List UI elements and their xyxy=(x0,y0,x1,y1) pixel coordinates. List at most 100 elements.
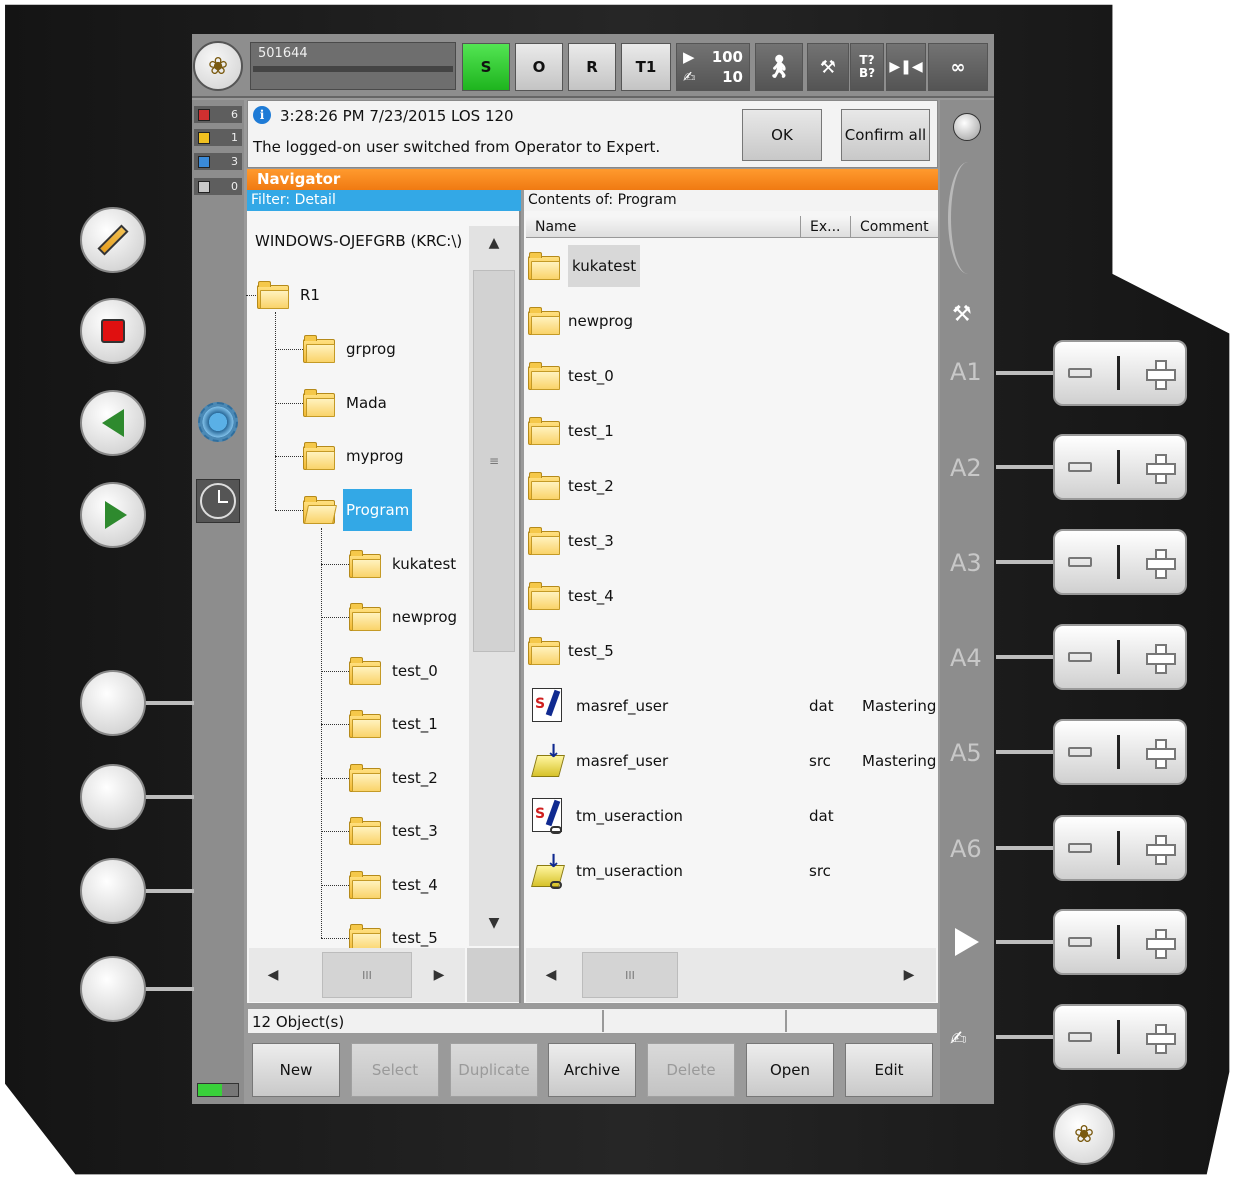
softkey-4[interactable] xyxy=(80,956,146,1022)
tree-item-test-0[interactable]: test_0 xyxy=(349,653,441,689)
list-item[interactable]: test_0 xyxy=(528,352,936,400)
softkey-1[interactable] xyxy=(80,670,146,736)
tree-root-label[interactable]: WINDOWS-OJEFGRB (KRC:\) xyxy=(255,232,462,250)
plus-icon[interactable] xyxy=(1146,739,1177,769)
select-button[interactable]: Select xyxy=(351,1043,439,1097)
plus-icon[interactable] xyxy=(1146,929,1177,959)
confirm-all-button[interactable]: Confirm all xyxy=(841,109,930,161)
column-name[interactable]: Name xyxy=(526,216,801,237)
plus-icon[interactable] xyxy=(1146,644,1177,674)
tool-icon[interactable]: ⚒ xyxy=(807,43,849,91)
delete-button[interactable]: Delete xyxy=(647,1043,735,1097)
tree-item-test-2[interactable]: test_2 xyxy=(349,760,441,796)
minus-icon[interactable] xyxy=(1067,462,1092,472)
operating-mode[interactable]: T1 xyxy=(621,43,671,91)
walking-man-icon[interactable]: 🚶︎ xyxy=(755,43,803,91)
open-button[interactable]: Open xyxy=(746,1043,834,1097)
jog-tool-icon[interactable]: ⚒ xyxy=(952,302,980,330)
edit-pen-key[interactable] xyxy=(80,207,146,273)
list-item[interactable]: test_2 xyxy=(528,462,936,510)
list-scroll-left-icon[interactable]: ◀ xyxy=(540,962,562,988)
tree-item-test-4[interactable]: test_4 xyxy=(349,867,441,903)
list-item[interactable]: test_5 xyxy=(528,627,936,675)
ok-button[interactable]: OK xyxy=(742,109,822,161)
list-item[interactable]: ↓ tm_useraction src xyxy=(528,847,936,895)
robot-main-menu-icon[interactable]: ❀ xyxy=(193,41,243,91)
plus-icon[interactable] xyxy=(1146,835,1177,865)
column-ext[interactable]: Ex... xyxy=(801,216,851,237)
duplicate-button[interactable]: Duplicate xyxy=(450,1043,538,1097)
jog-key-3[interactable] xyxy=(1053,529,1187,595)
edit-button[interactable]: Edit xyxy=(845,1043,933,1097)
plus-icon[interactable] xyxy=(1146,360,1177,390)
drives-status[interactable]: O xyxy=(515,43,563,91)
scroll-right-icon[interactable]: ▶ xyxy=(428,962,450,988)
stop-key[interactable] xyxy=(80,298,146,364)
minus-icon[interactable] xyxy=(1067,368,1092,378)
tree-item-test-1[interactable]: test_1 xyxy=(349,706,441,742)
scroll-left-icon[interactable]: ◀ xyxy=(262,962,284,988)
override-tile[interactable]: ▶ 100 ✍ 10 xyxy=(676,43,750,91)
list-item[interactable]: test_3 xyxy=(528,517,936,565)
tree-item-newprog[interactable]: newprog xyxy=(349,599,460,635)
scroll-up-icon[interactable]: ▲ xyxy=(480,230,508,256)
jog-key-1[interactable] xyxy=(1053,340,1187,406)
list-item[interactable]: Stm_useraction dat xyxy=(528,792,936,840)
new-button[interactable]: New xyxy=(252,1043,340,1097)
tree-scroll-thumb[interactable]: ≡ xyxy=(473,270,515,652)
minus-icon[interactable] xyxy=(1067,652,1092,662)
start-forward-key[interactable] xyxy=(80,482,146,548)
tree-item-kukatest[interactable]: kukatest xyxy=(349,546,459,582)
list-item[interactable]: Smasref_user dat Mastering xyxy=(528,682,936,730)
error-counter[interactable]: 6 xyxy=(194,106,242,123)
info-counter[interactable]: 3 xyxy=(194,153,242,170)
plus-icon[interactable] xyxy=(1146,1024,1177,1054)
archive-button[interactable]: Archive xyxy=(548,1043,636,1097)
tool-base-status[interactable]: T? B? xyxy=(850,43,884,91)
tree-item-r1[interactable]: R1 xyxy=(257,277,323,313)
jog-key-2[interactable] xyxy=(1053,434,1187,500)
plus-icon[interactable] xyxy=(1146,454,1177,484)
jog-key-4[interactable] xyxy=(1053,624,1187,690)
submit-interpreter-status[interactable]: S xyxy=(462,43,510,91)
minus-icon[interactable] xyxy=(1067,747,1092,757)
list-scroll-right-icon[interactable]: ▶ xyxy=(898,962,920,988)
column-comment[interactable]: Comment xyxy=(851,216,938,237)
tree-item-myprog[interactable]: myprog xyxy=(303,438,407,474)
softkey-connector xyxy=(144,987,194,991)
clock-icon[interactable] xyxy=(196,479,240,523)
list-item[interactable]: kukatest xyxy=(528,242,936,290)
incremental-jog[interactable]: ∞ xyxy=(928,43,988,91)
warning-counter[interactable]: 1 xyxy=(194,129,242,146)
jog-key-5[interactable] xyxy=(1053,719,1187,785)
tree-item-mada[interactable]: Mada xyxy=(303,385,390,421)
globe-icon[interactable] xyxy=(953,113,981,141)
start-backward-key[interactable] xyxy=(80,390,146,456)
settings-gear-icon[interactable] xyxy=(198,402,238,442)
list-hscroll-thumb[interactable]: III xyxy=(582,952,678,998)
minus-icon[interactable] xyxy=(1067,557,1092,567)
scroll-down-icon[interactable]: ▼ xyxy=(480,910,508,936)
tree-item-program[interactable]: Program xyxy=(303,489,413,531)
list-item[interactable]: newprog xyxy=(528,297,936,345)
list-item[interactable]: test_1 xyxy=(528,407,936,455)
jog-key-6[interactable] xyxy=(1053,815,1187,881)
minus-icon[interactable] xyxy=(1067,843,1092,853)
robot-interpreter-status[interactable]: R xyxy=(568,43,616,91)
robot-bottom-icon[interactable]: ❀ xyxy=(1053,1103,1115,1165)
filter-label[interactable]: Filter: Detail xyxy=(247,190,521,211)
list-item[interactable]: test_4 xyxy=(528,572,936,620)
minus-icon[interactable] xyxy=(1067,937,1092,947)
softkey-2[interactable] xyxy=(80,764,146,830)
tree-item-grprog[interactable]: grprog xyxy=(303,331,399,367)
step-mode-icon[interactable]: ▶❚◀ xyxy=(886,43,926,91)
other-counter[interactable]: 0 xyxy=(194,178,242,195)
list-item[interactable]: ↓ masref_user src Mastering xyxy=(528,737,936,785)
plus-icon[interactable] xyxy=(1146,549,1177,579)
jog-key-7[interactable] xyxy=(1053,909,1187,975)
tree-item-test-3[interactable]: test_3 xyxy=(349,813,441,849)
minus-icon[interactable] xyxy=(1067,1032,1092,1042)
tree-hscroll-thumb[interactable]: III xyxy=(322,952,412,998)
softkey-3[interactable] xyxy=(80,858,146,924)
jog-key-8[interactable] xyxy=(1053,1004,1187,1070)
